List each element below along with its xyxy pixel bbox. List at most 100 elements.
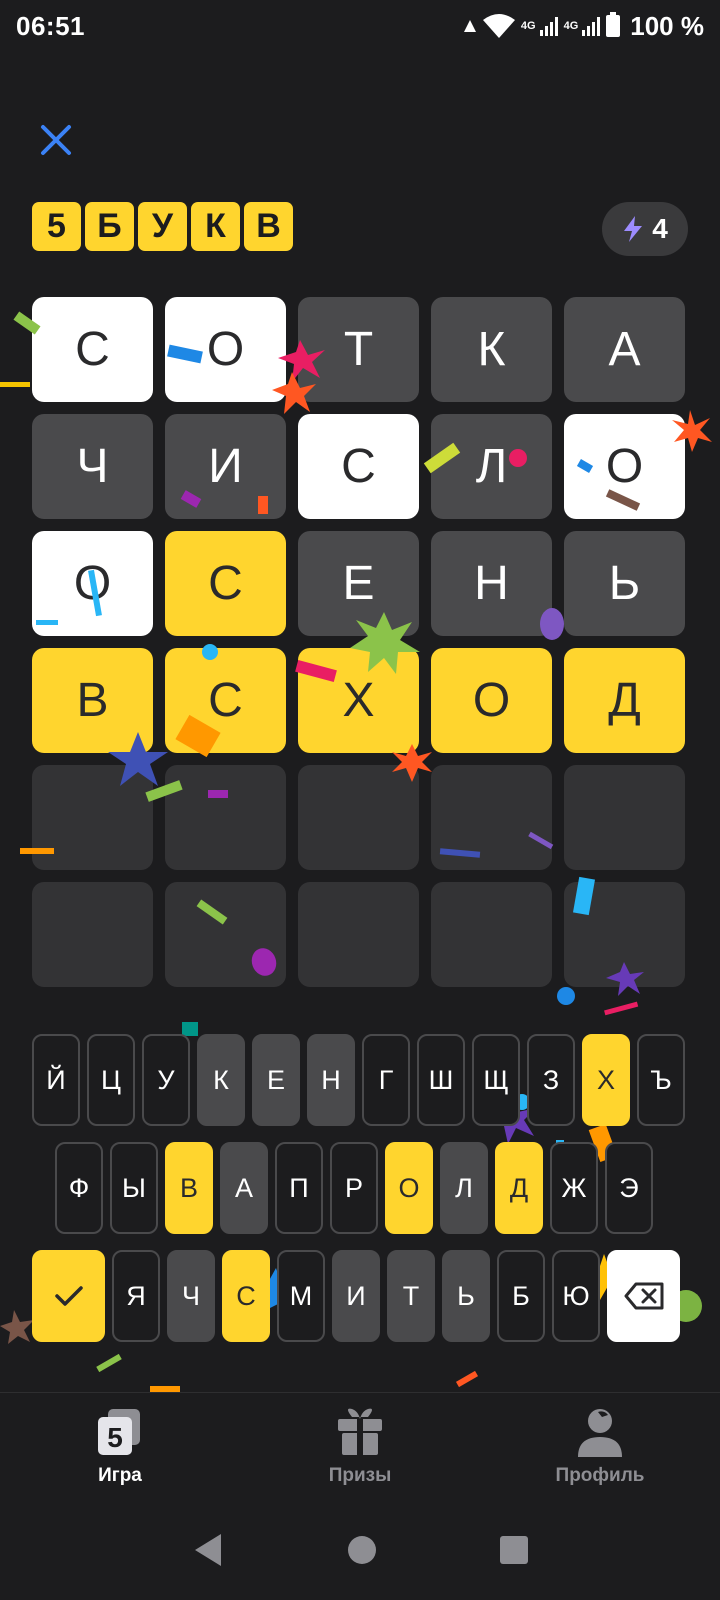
key-button[interactable]: У [142,1034,190,1126]
board-tile: О [165,297,286,402]
network-type-label-2: 4G [563,20,579,32]
key-button[interactable]: Г [362,1034,410,1126]
key-button[interactable]: Ь [442,1250,490,1342]
key-button[interactable]: Р [330,1142,378,1234]
key-button[interactable]: В [165,1142,213,1234]
game-board: СОТКАЧИСЛООСЕНЬВСХОД [32,297,685,987]
logo-tile: В [244,202,293,251]
key-button[interactable]: Я [112,1250,160,1342]
back-icon[interactable] [191,1532,225,1568]
logo-tile: У [138,202,187,251]
system-navigation-bar [0,1500,720,1600]
key-button[interactable]: М [277,1250,325,1342]
board-tile [564,765,685,870]
keyboard-row: ФЫВАПРОЛДЖЭ [55,1142,653,1234]
board-tile: О [431,648,552,753]
board-tile: А [564,297,685,402]
board-tile: О [564,414,685,519]
board-tile: Ь [564,531,685,636]
nav-item-profile[interactable]: Профиль [480,1393,720,1500]
profile-icon [574,1407,626,1457]
board-tile [431,765,552,870]
key-button[interactable]: З [527,1034,575,1126]
key-button[interactable]: Й [32,1034,80,1126]
board-tile: Ч [32,414,153,519]
nav-label: Призы [328,1464,392,1486]
board-tile: Д [564,648,685,753]
nav-item-prizes[interactable]: Призы [240,1393,480,1500]
key-button[interactable]: Ц [87,1034,135,1126]
key-button[interactable]: Л [440,1142,488,1234]
logo-tile: К [191,202,240,251]
game-icon: 5 [94,1407,146,1457]
bottom-navigation: 5 Игра Призы Профиль [0,1392,720,1500]
key-button[interactable]: Щ [472,1034,520,1126]
key-button[interactable]: С [222,1250,270,1342]
key-button[interactable]: И [332,1250,380,1342]
board-tile: Е [298,531,419,636]
board-tile [298,765,419,870]
status-bar: 06:51 4G 4G 100 % [0,0,720,52]
alarm-icon [463,20,476,32]
key-button[interactable]: Ш [417,1034,465,1126]
key-button[interactable]: Ф [55,1142,103,1234]
signal-icon-2 [582,16,601,36]
logo-tile: 5 [32,202,81,251]
board-tile: И [165,414,286,519]
nav-label: Профиль [555,1464,645,1486]
board-tile: Л [431,414,552,519]
gift-icon [334,1407,386,1457]
key-button[interactable]: К [197,1034,245,1126]
key-button[interactable]: О [385,1142,433,1234]
board-tile: С [298,414,419,519]
key-button[interactable]: Ъ [637,1034,685,1126]
svg-text:5: 5 [107,1422,123,1453]
key-button[interactable]: Н [307,1034,355,1126]
board-tile [32,765,153,870]
board-tile: С [165,531,286,636]
backspace-icon [624,1282,663,1310]
board-tile: Т [298,297,419,402]
status-time: 06:51 [16,10,85,41]
network-type-label: 4G [520,20,536,32]
close-icon [41,125,71,155]
board-tile: О [32,531,153,636]
board-tile [431,882,552,987]
key-button[interactable]: Х [582,1034,630,1126]
battery-level: 100 % [630,10,704,41]
board-tile [165,882,286,987]
enter-button[interactable] [32,1250,105,1342]
key-button[interactable]: Д [495,1142,543,1234]
close-button[interactable] [36,120,76,160]
key-button[interactable]: Е [252,1034,300,1126]
status-icons: 4G 4G 100 % [463,11,704,42]
lightning-icon [624,216,643,242]
home-icon[interactable] [347,1535,377,1565]
battery-icon [606,12,621,37]
nav-item-game[interactable]: 5 Игра [0,1393,240,1500]
keyboard-row: ЙЦУКЕНГШЩЗХЪ [32,1034,685,1126]
key-button[interactable]: Э [605,1142,653,1234]
board-tile: Н [431,531,552,636]
energy-count: 4 [652,213,668,244]
key-button[interactable]: Б [497,1250,545,1342]
key-button[interactable]: Ы [110,1142,158,1234]
logo: 5 Б У К В [32,202,293,251]
key-button[interactable]: Т [387,1250,435,1342]
nav-label: Игра [98,1464,142,1486]
key-button[interactable]: Ю [552,1250,600,1342]
check-icon [54,1286,83,1306]
energy-button[interactable]: 4 [602,202,688,256]
keyboard-row: ЯЧСМИТЬБЮ [32,1250,680,1342]
board-tile: С [165,648,286,753]
board-tile [564,882,685,987]
key-button[interactable]: Ч [167,1250,215,1342]
backspace-button[interactable] [607,1250,680,1342]
key-button[interactable]: А [220,1142,268,1234]
key-button[interactable]: Ж [550,1142,598,1234]
wifi-icon [482,14,515,38]
logo-tile: Б [85,202,134,251]
key-button[interactable]: П [275,1142,323,1234]
board-tile: С [32,297,153,402]
recents-icon[interactable] [499,1535,529,1565]
